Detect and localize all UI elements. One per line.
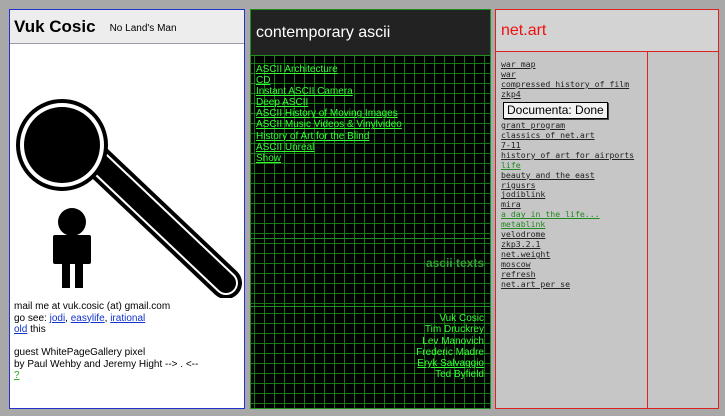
netart-link-war-map[interactable]: war map — [501, 59, 634, 70]
magnifier-figure-icon — [16, 99, 242, 298]
author-eryk-salvaggio[interactable]: Eryk Salvaggio — [416, 358, 484, 369]
gosee-line: go see: jodi, easylife, irational — [14, 312, 146, 324]
old-line: old this — [14, 324, 239, 336]
gosee-label: go see: — [14, 312, 47, 324]
left-panel-subtitle: No Land's Man — [109, 22, 177, 34]
ascii-link-ascii-unreal[interactable]: ASCII Unreal — [256, 142, 402, 153]
ascii-link-show[interactable]: Show — [256, 153, 402, 164]
vuk-cosic-panel: Vuk Cosic No Land's Man mail me at vuk.c… — [9, 9, 245, 409]
right-panel-title: net.art — [501, 21, 547, 39]
link-easylife[interactable]: easylife — [71, 313, 105, 324]
author-frederic-madre: Frederic Madre — [416, 346, 484, 358]
middle-panel-title: contemporary ascii — [256, 23, 391, 41]
left-panel-text: mail me at vuk.cosic (at) gmail.com go s… — [14, 301, 239, 382]
mail-line: mail me at vuk.cosic (at) gmail.com — [14, 301, 171, 312]
link-jodi[interactable]: jodi — [50, 313, 66, 324]
ascii-texts-heading: ascii texts — [425, 256, 484, 270]
ascii-authors-list: Vuk Cosic Tim Druckrey Lev Manovich Frederi… — [416, 313, 484, 381]
middle-divider — [251, 306, 490, 307]
left-panel-header: Vuk Cosic No Land's Man — [10, 10, 244, 44]
author-tim-druckrey: Tim Druckrey — [424, 324, 484, 336]
left-panel-title: Vuk Cosic — [14, 16, 96, 36]
guest-line-2: by Paul Wehby and Jeremy Hight --> . <-- — [14, 358, 199, 370]
author-vuk-cosic: Vuk Cosic — [439, 313, 484, 324]
author-ted-byfield: Ted Byfield — [435, 369, 484, 381]
net-art-panel: net.art war map war compressed history of … — [495, 9, 719, 409]
link-irational[interactable]: irational — [110, 313, 145, 324]
netart-link-zkp4[interactable]: zkp4 — [501, 89, 634, 100]
question-line: ? — [14, 370, 239, 382]
guest-line-1: guest WhitePageGallery pixel — [14, 347, 146, 358]
middle-divider — [251, 238, 490, 239]
net-art-links-list: war map war compressed history of film zkp4… — [501, 59, 634, 290]
right-panel-divider — [647, 52, 648, 408]
link-old[interactable]: old — [14, 324, 27, 335]
ascii-links-list: ASCII Architecture CD Instant ASCII Camera… — [256, 64, 402, 164]
ascii-link-cd[interactable]: CD — [256, 75, 402, 86]
middle-panel-header: contemporary ascii — [251, 10, 490, 56]
ascii-link-ascii-architecture[interactable]: ASCII Architecture — [256, 64, 402, 75]
right-panel-header: net.art — [496, 10, 718, 52]
documenta-status-box: Documenta: Done — [503, 101, 608, 119]
old-suffix: this — [27, 324, 46, 335]
ascii-link-ascii-history-of-moving-images[interactable]: ASCII History of Moving Images — [256, 108, 402, 119]
link-question[interactable]: ? — [14, 370, 20, 381]
author-lev-manovich: Lev Manovich — [422, 335, 484, 347]
contemporary-ascii-panel: contemporary ascii ASCII Architecture CD I… — [250, 9, 491, 409]
ascii-link-history-of-art-for-the-blind[interactable]: History of Art for the Blind — [256, 131, 402, 142]
ascii-link-ascii-music-videos-vinylvideo[interactable]: ASCII Music Videos & Vinylvideo — [256, 119, 402, 130]
ascii-link-deep-ascii[interactable]: Deep ASCII — [256, 97, 402, 108]
netart-link-net-art-per-se[interactable]: net.art per se — [501, 279, 634, 290]
ascii-link-instant-ascii-camera[interactable]: Instant ASCII Camera — [256, 86, 402, 97]
